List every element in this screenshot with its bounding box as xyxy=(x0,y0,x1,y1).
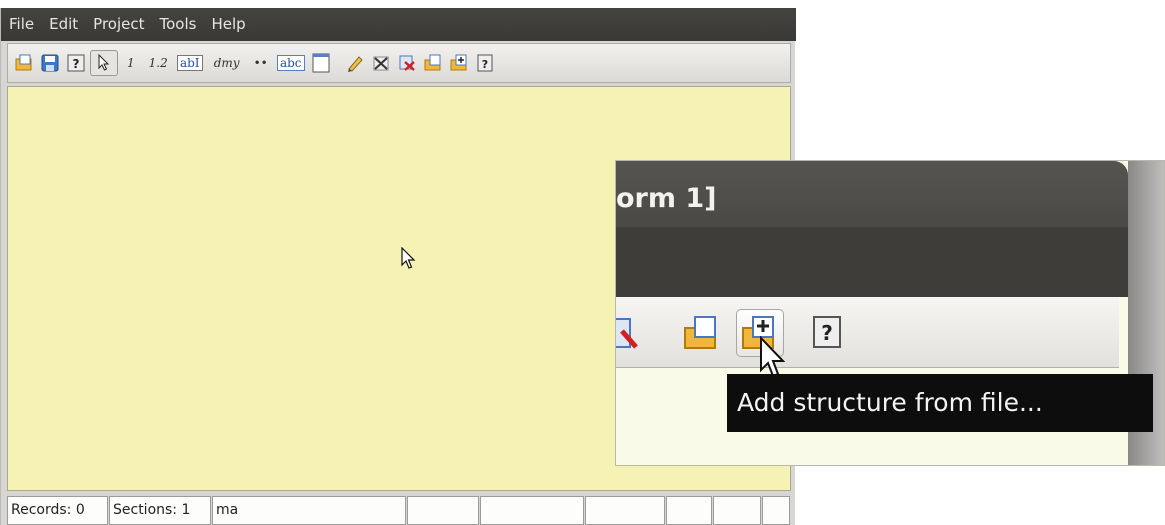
save-button[interactable] xyxy=(38,50,62,76)
menu-project[interactable]: Project xyxy=(85,8,151,41)
svg-text:?: ? xyxy=(821,321,833,345)
inset-window-title: orm 1] xyxy=(616,183,717,214)
date-field-tool[interactable]: dmy xyxy=(207,56,247,70)
info-button[interactable]: ? xyxy=(473,50,497,76)
folder-add-icon xyxy=(450,54,467,71)
inset-menu-bar xyxy=(616,227,1128,297)
status-bar: Records: 0 Sections: 1 ma xyxy=(7,496,791,525)
inset-title-bar: orm 1] xyxy=(616,161,1128,227)
dots-field-tool[interactable]: •• xyxy=(247,56,275,70)
status-cell-9 xyxy=(762,496,790,525)
text-field-label: abI xyxy=(176,55,203,71)
records-count: Records: 0 xyxy=(7,496,108,525)
menu-help[interactable]: Help xyxy=(203,8,252,41)
menu-edit[interactable]: Edit xyxy=(41,8,85,41)
remove-structure-button[interactable] xyxy=(395,50,419,76)
inset-help-button[interactable]: ? xyxy=(804,309,852,357)
status-cell-6 xyxy=(585,496,665,525)
menu-file[interactable]: File xyxy=(1,8,41,41)
decimal-field-tool[interactable]: 1.2 xyxy=(142,56,175,70)
arrow-cursor-icon xyxy=(98,54,110,71)
mouse-pointer-icon xyxy=(401,247,416,269)
folder-open-icon xyxy=(15,54,32,71)
svg-text:?: ? xyxy=(73,57,80,71)
floppy-disk-icon xyxy=(41,54,59,72)
box-tool[interactable] xyxy=(309,50,333,76)
label-tool[interactable]: abc xyxy=(275,50,307,76)
abc-label: abc xyxy=(276,55,305,71)
remove-red-icon xyxy=(616,318,638,349)
current-field-name: ma xyxy=(212,496,406,525)
help-document-icon: ? xyxy=(813,316,841,348)
tooltip: Add structure from file... xyxy=(727,374,1153,432)
status-cell-7 xyxy=(666,496,712,525)
folder-copy-icon xyxy=(424,54,441,71)
menu-bar: File Edit Project Tools Help xyxy=(1,8,796,41)
sections-count: Sections: 1 xyxy=(109,496,211,525)
menu-tools[interactable]: Tools xyxy=(152,8,204,41)
pencil-icon xyxy=(347,56,363,72)
edit-button[interactable] xyxy=(343,50,367,76)
status-cell-8 xyxy=(713,496,761,525)
toolbar: ? 1 1.2 abI dmy •• abc ? xyxy=(7,43,791,83)
integer-field-tool[interactable]: 1 xyxy=(120,56,142,70)
pointer-tool-button[interactable] xyxy=(90,50,118,76)
folder-copy-icon xyxy=(684,316,716,349)
add-structure-button[interactable] xyxy=(447,50,471,76)
svg-text:?: ? xyxy=(482,58,488,71)
inset-copy-structure-button[interactable] xyxy=(678,309,726,357)
help-button[interactable]: ? xyxy=(64,50,88,76)
cross-icon xyxy=(373,56,389,71)
help-document-icon: ? xyxy=(477,54,493,72)
rectangle-icon xyxy=(312,53,330,73)
remove-red-icon xyxy=(399,55,415,71)
help-icon: ? xyxy=(67,54,85,72)
copy-structure-button[interactable] xyxy=(421,50,445,76)
inset-remove-structure-button[interactable] xyxy=(616,309,656,357)
status-cell-4 xyxy=(407,496,479,525)
status-cell-5 xyxy=(480,496,584,525)
delete-field-button[interactable] xyxy=(369,50,393,76)
open-project-button[interactable] xyxy=(12,50,36,76)
text-field-tool[interactable]: abI xyxy=(175,50,205,76)
